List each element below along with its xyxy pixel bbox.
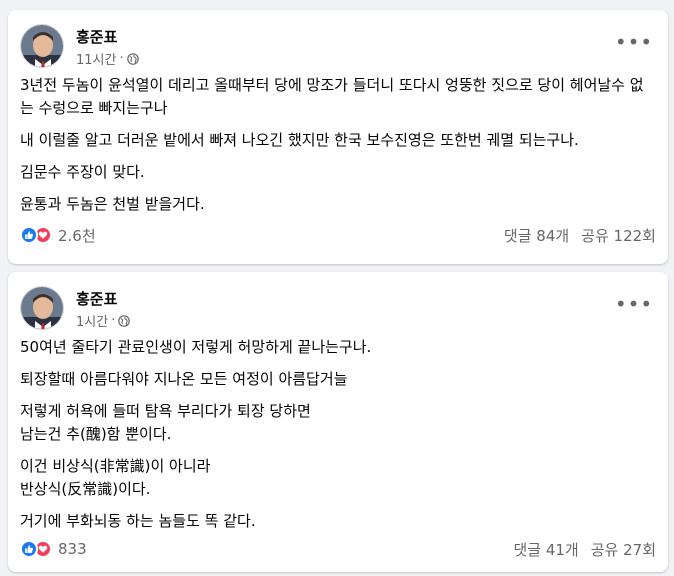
share-count[interactable]: 공유 27회 [591, 539, 656, 560]
post-paragraph: 50여년 줄타기 관료인생이 저렇게 허망하게 끝나는구나. [20, 338, 372, 356]
meta-separator: · [119, 51, 124, 66]
share-count[interactable]: 공유 122회 [581, 225, 656, 246]
reactions[interactable]: 2.6천 [20, 225, 96, 246]
post-body: 50여년 줄타기 관료인생이 저렇게 허망하게 끝나는구나. 퇴장할때 아름다워… [20, 336, 656, 542]
post-paragraph: 김문수 주장이 맞다. [20, 163, 145, 181]
avatar[interactable] [20, 286, 64, 330]
post-meta: 11시간 · [76, 49, 139, 68]
globe-icon [126, 52, 139, 65]
post-stats: 댓글 84개 공유 122회 [504, 225, 656, 246]
author-name[interactable]: 홍준표 [76, 288, 117, 309]
post-time[interactable]: 1시간 [76, 311, 108, 330]
post-paragraph: 이건 비상식(非常識)이 아니라 반상식(反常識)이다. [20, 457, 211, 498]
post-body: 3년전 두놈이 윤석열이 데리고 올때부터 당에 망조가 들더니 또다시 엉뚱한… [20, 74, 656, 225]
more-options-icon[interactable]: ••• [615, 290, 652, 318]
post-stats: 댓글 41개 공유 27회 [513, 539, 656, 560]
reactions[interactable]: 833 [20, 540, 87, 558]
reaction-count[interactable]: 833 [58, 540, 87, 558]
like-icon [20, 540, 38, 558]
post-paragraph: 저렇게 허욕에 들떠 탐욕 부리다가 퇴장 당하면 남는건 추(醜)함 뿐이다. [20, 402, 311, 443]
more-options-icon[interactable]: ••• [615, 28, 652, 56]
globe-icon [118, 314, 131, 327]
post-header: 홍준표 11시간 · ••• [20, 22, 656, 70]
post-meta: 1시간 · [76, 311, 131, 330]
post-footer: 833 댓글 41개 공유 27회 [20, 537, 656, 561]
post-paragraph: 내 이럴줄 알고 더러운 밭에서 빠져 나오긴 했지만 한국 보수진영은 또한번… [20, 131, 579, 149]
comment-count[interactable]: 댓글 41개 [513, 539, 578, 560]
post-paragraph: 거기에 부화뇌동 하는 놈들도 똑 같다. [20, 512, 256, 530]
post-paragraph: 퇴장할때 아름다워야 지나온 모든 여정이 아름답거늘 [20, 370, 348, 388]
post-footer: 2.6천 댓글 84개 공유 122회 [20, 223, 656, 247]
post-header: 홍준표 1시간 · ••• [20, 284, 656, 332]
meta-separator: · [111, 313, 116, 328]
author-name[interactable]: 홍준표 [76, 26, 117, 47]
post-paragraph: 3년전 두놈이 윤석열이 데리고 올때부터 당에 망조가 들더니 또다시 엉뚱한… [20, 76, 644, 117]
comment-count[interactable]: 댓글 84개 [504, 225, 569, 246]
avatar[interactable] [20, 24, 64, 68]
post-card: 홍준표 11시간 · ••• 3년전 두놈이 윤석열이 데리고 올때부터 당에 … [8, 10, 668, 264]
post-card: 홍준표 1시간 · ••• 50여년 줄타기 관료인생이 저렇게 허망하게 끝나… [8, 272, 668, 572]
post-time[interactable]: 11시간 [76, 49, 116, 68]
post-paragraph: 윤통과 두놈은 천벌 받을거다. [20, 195, 205, 213]
like-icon [20, 226, 38, 244]
reaction-count[interactable]: 2.6천 [58, 225, 96, 246]
